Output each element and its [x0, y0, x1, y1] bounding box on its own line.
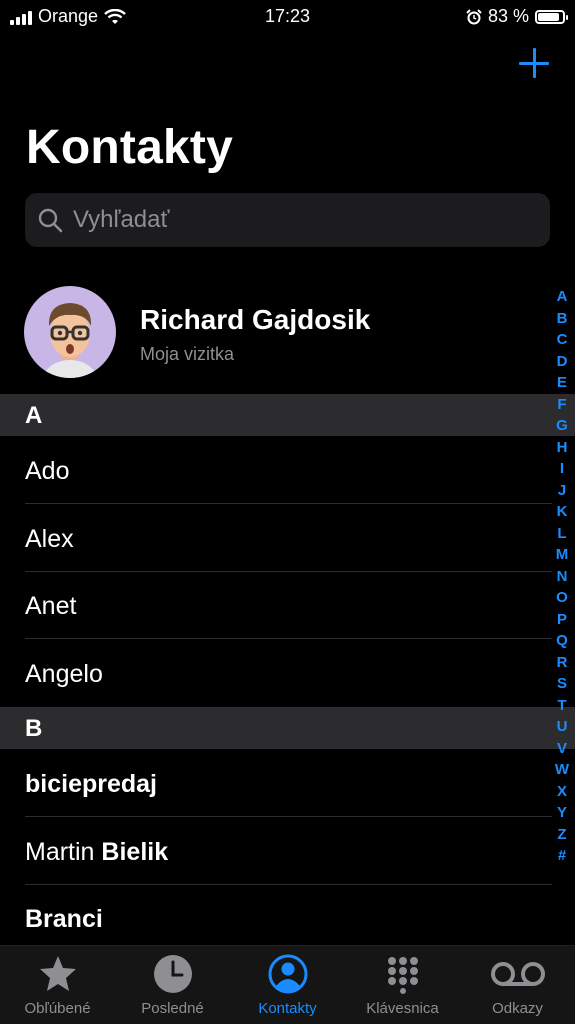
- index-letter[interactable]: N: [557, 566, 568, 588]
- index-letter[interactable]: C: [557, 329, 568, 351]
- index-letter[interactable]: W: [555, 759, 569, 781]
- tab-label: Posledné: [141, 1000, 204, 1017]
- section-header-a: A: [0, 394, 575, 436]
- index-letter[interactable]: J: [558, 480, 566, 502]
- my-card[interactable]: Richard Gajdosik Moja vizitka: [24, 286, 544, 378]
- alarm-icon: [466, 8, 482, 24]
- page-title: Kontakty: [26, 121, 233, 174]
- contact-name: Ado: [25, 457, 70, 485]
- voicemail-icon: [490, 962, 545, 986]
- index-letter[interactable]: U: [557, 716, 568, 738]
- row-divider: [25, 503, 552, 504]
- contact-last-name: Bielik: [101, 838, 169, 866]
- alphabet-index[interactable]: A B C D E F G H I J K L M N O P Q R S T U V W X Y Z #: [554, 286, 570, 867]
- index-letter[interactable]: Z: [557, 824, 566, 846]
- status-bar: Orange 17:23 83 %: [0, 0, 575, 32]
- index-letter[interactable]: O: [556, 587, 568, 609]
- index-letter[interactable]: P: [557, 609, 567, 631]
- keypad-icon: [387, 957, 418, 994]
- contact-row[interactable]: Angelo: [0, 640, 552, 707]
- index-letter[interactable]: Q: [556, 630, 568, 652]
- contact-name: Branci: [25, 905, 103, 933]
- index-letter[interactable]: K: [557, 501, 568, 523]
- tab-contacts[interactable]: Kontakty: [230, 946, 345, 1024]
- contact-name: biciepredaj: [25, 770, 157, 798]
- tab-favorites[interactable]: Obľúbené: [0, 946, 115, 1024]
- section-letter: B: [25, 715, 43, 742]
- tab-recents[interactable]: Posledné: [115, 946, 230, 1024]
- index-letter[interactable]: G: [556, 415, 568, 437]
- index-letter[interactable]: L: [557, 523, 566, 545]
- index-letter[interactable]: R: [557, 652, 568, 674]
- index-letter[interactable]: D: [557, 351, 568, 373]
- contact-name: Angelo: [25, 660, 103, 688]
- row-divider: [25, 816, 552, 817]
- index-letter[interactable]: S: [557, 673, 567, 695]
- my-card-subtitle: Moja vizitka: [140, 344, 235, 364]
- add-contact-button[interactable]: [519, 48, 549, 78]
- star-icon: [39, 956, 76, 991]
- index-letter[interactable]: M: [556, 544, 569, 566]
- contact-name: Anet: [25, 592, 77, 620]
- index-letter[interactable]: A: [557, 286, 568, 308]
- index-letter[interactable]: Y: [557, 802, 567, 824]
- tab-label: Odkazy: [492, 1000, 543, 1017]
- index-letter[interactable]: H: [557, 437, 568, 459]
- tab-label: Klávesnica: [366, 1000, 439, 1017]
- index-letter[interactable]: I: [560, 458, 564, 480]
- contact-row[interactable]: Alex: [0, 505, 552, 572]
- tab-label: Obľúbené: [24, 1000, 91, 1017]
- index-letter[interactable]: T: [557, 695, 566, 717]
- section-header-b: B: [0, 707, 575, 749]
- tab-label: Kontakty: [258, 1000, 317, 1017]
- contact-row[interactable]: Ado: [0, 437, 552, 504]
- index-letter[interactable]: B: [557, 308, 568, 330]
- person-circle-icon: [268, 954, 307, 994]
- row-divider: [25, 638, 552, 639]
- tab-bar: Obľúbené Posledné Kontakty Klávesnica Od…: [0, 945, 575, 1024]
- contact-row[interactable]: Anet: [0, 572, 552, 639]
- contact-row[interactable]: Martin Bielik: [0, 818, 552, 885]
- index-letter[interactable]: #: [558, 845, 566, 867]
- index-letter[interactable]: X: [557, 781, 567, 803]
- index-letter[interactable]: E: [557, 372, 567, 394]
- battery-icon: [535, 9, 568, 24]
- index-letter[interactable]: F: [557, 394, 566, 416]
- tab-keypad[interactable]: Klávesnica: [345, 946, 460, 1024]
- my-card-name: Richard Gajdosik: [140, 304, 371, 335]
- search-bar[interactable]: [25, 193, 550, 247]
- avatar: [24, 286, 116, 378]
- section-letter: A: [25, 402, 43, 429]
- contact-name: Alex: [25, 525, 74, 553]
- contact-row[interactable]: biciepredaj: [0, 750, 552, 817]
- clock-icon: [153, 955, 192, 993]
- search-input[interactable]: [71, 205, 515, 235]
- index-letter[interactable]: V: [557, 738, 567, 760]
- contact-row[interactable]: Branci: [0, 885, 552, 952]
- battery-percent: 83 %: [487, 6, 529, 26]
- contact-first-name: Martin: [25, 838, 95, 866]
- tab-voicemail[interactable]: Odkazy: [460, 946, 575, 1024]
- search-icon: [38, 208, 63, 233]
